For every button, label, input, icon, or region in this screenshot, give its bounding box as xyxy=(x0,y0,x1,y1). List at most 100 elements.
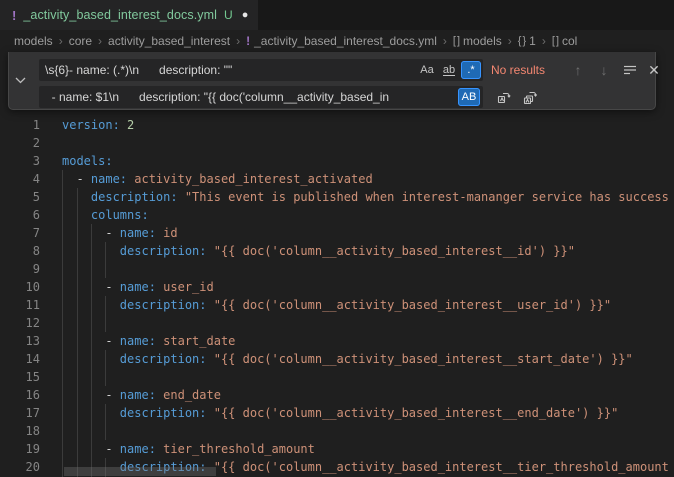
line-number[interactable]: 3 xyxy=(0,152,40,170)
code-line[interactable]: 12 xyxy=(0,314,674,332)
breadcrumb-separator: › xyxy=(236,34,240,48)
indent-guide xyxy=(62,170,63,477)
code-line[interactable]: 4 - name: activity_based_interest_activa… xyxy=(0,170,674,188)
code-text: - name: activity_based_interest_activate… xyxy=(62,170,373,188)
close-icon[interactable]: ✕ xyxy=(643,59,665,81)
next-match-icon[interactable]: ↓ xyxy=(593,59,615,81)
line-number[interactable]: 1 xyxy=(0,116,40,134)
code-text: - name: tier_threshold_amount xyxy=(62,440,315,458)
line-number[interactable]: 6 xyxy=(0,206,40,224)
breadcrumb-label: core xyxy=(69,34,92,48)
code-line[interactable]: 15 xyxy=(0,368,674,386)
code-line[interactable]: 5 description: "This event is published … xyxy=(0,188,674,206)
code-text: - name: start_date xyxy=(62,332,235,350)
code-line[interactable]: 18 xyxy=(0,422,674,440)
code-line[interactable]: 1version: 2 xyxy=(0,116,674,134)
breadcrumb-item[interactable]: activity_based_interest xyxy=(108,34,230,48)
code-text: description: "This event is published wh… xyxy=(62,188,669,206)
find-toggles: Aa ab .* xyxy=(417,61,481,79)
horizontal-scrollbar[interactable] xyxy=(64,467,216,476)
code-text: description: "{{ doc('column__activity_b… xyxy=(62,296,611,314)
breadcrumb-item[interactable]: !_activity_based_interest_docs.yml xyxy=(246,34,437,48)
replace-all-icon[interactable] xyxy=(519,86,541,108)
indent-guide xyxy=(91,224,92,477)
code-line[interactable]: 13 - name: start_date xyxy=(0,332,674,350)
array-icon: [ ] xyxy=(552,35,558,47)
code-line[interactable]: 7 - name: id xyxy=(0,224,674,242)
indent-guide xyxy=(105,242,106,278)
code-line[interactable]: 11 description: "{{ doc('column__activit… xyxy=(0,296,674,314)
breadcrumb-item[interactable]: [ ] col xyxy=(552,34,578,48)
breadcrumb-label: col xyxy=(562,34,577,48)
yaml-icon: ! xyxy=(246,34,250,48)
replace-icon[interactable] xyxy=(493,86,515,108)
code-text: description: "{{ doc('column__activity_b… xyxy=(62,404,618,422)
line-number[interactable]: 16 xyxy=(0,386,40,404)
regex-icon[interactable]: .* xyxy=(461,61,481,79)
code-line[interactable]: 3models: xyxy=(0,152,674,170)
code-line[interactable]: 2 xyxy=(0,134,674,152)
line-number[interactable]: 14 xyxy=(0,350,40,368)
tab-activity-docs[interactable]: ! _activity_based_interest_docs.yml U ● xyxy=(0,0,258,30)
code-line[interactable]: 6 columns: xyxy=(0,206,674,224)
line-number[interactable]: 10 xyxy=(0,278,40,296)
find-in-selection-icon[interactable] xyxy=(619,59,641,81)
breadcrumb-separator: › xyxy=(542,34,546,48)
match-case-icon[interactable]: Aa xyxy=(417,61,437,79)
object-icon: { } xyxy=(518,35,525,47)
code-line[interactable]: 19 - name: tier_threshold_amount xyxy=(0,440,674,458)
line-number[interactable]: 13 xyxy=(0,332,40,350)
replace-row: - name: $1\n description: "{{ doc('colum… xyxy=(31,86,651,108)
line-number[interactable]: 15 xyxy=(0,368,40,386)
modified-dot-icon[interactable]: ● xyxy=(242,9,249,21)
line-number[interactable]: 19 xyxy=(0,440,40,458)
breadcrumb-separator: › xyxy=(443,34,447,48)
line-number[interactable]: 4 xyxy=(0,170,40,188)
indent-guide xyxy=(105,350,106,386)
line-number[interactable]: 5 xyxy=(0,188,40,206)
git-untracked-badge: U xyxy=(224,8,233,22)
find-input-value: \s{6}- name: (.*)\n description: "" xyxy=(45,63,232,77)
code-line[interactable]: 8 description: "{{ doc('column__activity… xyxy=(0,242,674,260)
code-text: description: "{{ doc('column__activity_b… xyxy=(62,350,633,368)
code-text: columns: xyxy=(62,206,149,224)
line-number[interactable]: 8 xyxy=(0,242,40,260)
code-text: - name: id xyxy=(62,224,178,242)
line-number[interactable]: 12 xyxy=(0,314,40,332)
find-replace-widget: \s{6}- name: (.*)\n description: "" Aa a… xyxy=(8,52,656,110)
breadcrumb-separator: › xyxy=(98,34,102,48)
breadcrumb-item[interactable]: core xyxy=(69,34,92,48)
find-row: \s{6}- name: (.*)\n description: "" Aa a… xyxy=(31,59,651,81)
replace-input[interactable]: - name: $1\n description: "{{ doc('colum… xyxy=(39,86,483,108)
editor-code-area[interactable]: 1version: 223models:4 - name: activity_b… xyxy=(0,52,674,477)
code-line[interactable]: 17 description: "{{ doc('column__activit… xyxy=(0,404,674,422)
breadcrumb-item[interactable]: [ ]models xyxy=(453,34,502,48)
line-number[interactable]: 7 xyxy=(0,224,40,242)
yaml-file-icon: ! xyxy=(12,8,16,23)
line-number[interactable]: 2 xyxy=(0,134,40,152)
find-input[interactable]: \s{6}- name: (.*)\n description: "" Aa a… xyxy=(39,59,483,81)
breadcrumb-label: models xyxy=(14,34,53,48)
code-line[interactable]: 14 description: "{{ doc('column__activit… xyxy=(0,350,674,368)
preserve-case-icon[interactable]: AB xyxy=(458,88,480,106)
indent-guide xyxy=(105,404,106,440)
code-line[interactable]: 9 xyxy=(0,260,674,278)
previous-match-icon[interactable]: ↑ xyxy=(567,59,589,81)
code-line[interactable]: 10 - name: user_id xyxy=(0,278,674,296)
replace-input-value: - name: $1\n description: "{{ doc('colum… xyxy=(45,90,389,104)
line-number[interactable]: 18 xyxy=(0,422,40,440)
tab-filename: _activity_based_interest_docs.yml xyxy=(23,8,217,22)
line-number[interactable]: 17 xyxy=(0,404,40,422)
breadcrumb-item[interactable]: models xyxy=(14,34,53,48)
breadcrumb-label: 1 xyxy=(529,34,536,48)
code-text: description: "{{ doc('column__activity_b… xyxy=(62,242,575,260)
code-text: - name: end_date xyxy=(62,386,221,404)
breadcrumb-item[interactable]: { } 1 xyxy=(518,34,536,48)
whole-word-icon[interactable]: ab xyxy=(439,61,459,79)
line-number[interactable]: 20 xyxy=(0,458,40,476)
line-number[interactable]: 9 xyxy=(0,260,40,278)
code-line[interactable]: 16 - name: end_date xyxy=(0,386,674,404)
breadcrumb: models › core › activity_based_interest › !_ac… xyxy=(0,30,674,52)
chevron-down-icon[interactable] xyxy=(9,52,31,108)
line-number[interactable]: 11 xyxy=(0,296,40,314)
